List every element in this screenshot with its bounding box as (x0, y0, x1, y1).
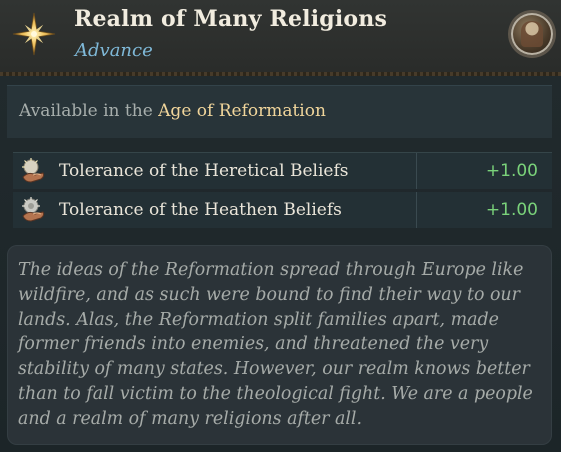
availability-requirement: Available in the Age of Reformation (7, 85, 552, 138)
gold-star-icon (12, 12, 56, 56)
availability-text: Available in the Age of Reformation (19, 101, 326, 121)
heathen-tolerance-icon (22, 197, 45, 222)
modifier-row: Tolerance of the Heretical Beliefs +1.00 (13, 152, 552, 189)
tooltip-header: Realm of Many Religions Advance (0, 0, 561, 72)
flavor-text-box: The ideas of the Reformation spread thro… (7, 245, 552, 445)
availability-prefix: Available in the (19, 101, 159, 121)
modifier-row: Tolerance of the Heathen Beliefs +1.00 (13, 192, 552, 228)
column-divider (416, 192, 417, 228)
modifier-list: Tolerance of the Heretical Beliefs +1.00… (13, 152, 552, 232)
column-divider (416, 153, 417, 189)
advance-type-label: Advance (75, 40, 153, 61)
modifier-value: +1.00 (485, 200, 538, 220)
ruler-portrait-icon[interactable] (511, 13, 553, 55)
age-name[interactable]: Age of Reformation (158, 101, 326, 121)
modifier-label: Tolerance of the Heretical Beliefs (59, 161, 349, 181)
advance-title: Realm of Many Religions (74, 6, 388, 32)
flavor-text: The ideas of the Reformation spread thro… (18, 260, 533, 429)
portrait-figure (521, 21, 543, 47)
header-divider (0, 72, 561, 76)
modifier-value: +1.00 (485, 161, 538, 181)
modifier-label: Tolerance of the Heathen Beliefs (59, 200, 342, 220)
advance-tooltip-panel: Realm of Many Religions Advance Availabl… (0, 0, 561, 452)
heretic-tolerance-icon (22, 158, 45, 183)
